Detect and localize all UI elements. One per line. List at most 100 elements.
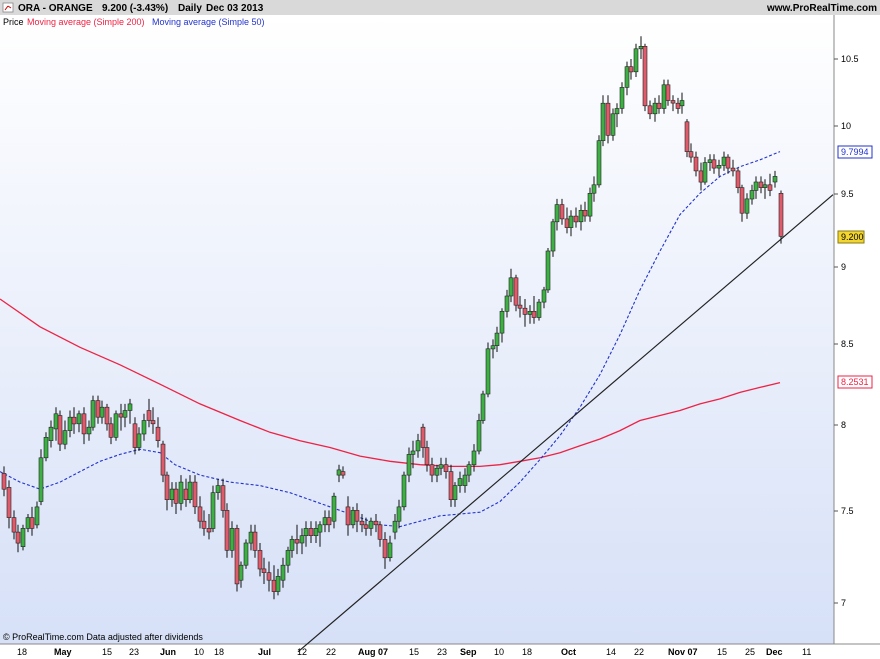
candle-body-down <box>326 517 332 526</box>
candle-body-up <box>508 277 514 297</box>
candle-body-up <box>275 576 281 592</box>
candle-body-down <box>266 572 272 581</box>
candle-body-down <box>71 416 77 425</box>
candle-body-down <box>192 481 198 508</box>
candle-body-down <box>373 520 379 526</box>
candle-body-down <box>164 474 170 501</box>
candle-body-up <box>67 416 73 431</box>
candle-body-up <box>619 87 625 109</box>
candle-body-down <box>308 528 314 537</box>
candle-body-up <box>86 426 92 435</box>
candle-body-up <box>545 250 551 291</box>
candle-body-down <box>531 310 537 318</box>
candle-body-down <box>206 528 212 533</box>
candle-body-down <box>340 471 346 476</box>
candle-body-up <box>415 440 421 452</box>
x-tick-label: 22 <box>634 647 644 657</box>
candle-body-down <box>252 531 258 551</box>
candle-body-up <box>554 204 560 223</box>
candle-body-up <box>238 564 244 581</box>
candle-body-down <box>57 415 63 445</box>
candle-body-up <box>350 510 356 526</box>
candle-body-up <box>169 488 175 501</box>
candle-body-up <box>317 524 323 533</box>
candle-body-down <box>104 406 110 425</box>
x-tick-label: 15 <box>409 647 419 657</box>
candle-body-up <box>466 464 472 476</box>
candle-body-down <box>725 156 731 169</box>
candle-body-up <box>178 481 184 504</box>
quote-change: 9.200 (-3.43%) <box>102 3 168 14</box>
candle-body-down <box>559 204 565 220</box>
window-icon[interactable] <box>2 2 14 13</box>
candle-body-down <box>155 426 161 442</box>
candle-body-down <box>564 218 570 228</box>
candle-body-up <box>113 413 119 438</box>
candle-body-up <box>38 457 44 502</box>
x-tick-label: May <box>54 647 72 657</box>
candle-body-down <box>628 66 634 73</box>
period-label: Daily <box>178 3 202 14</box>
y-tick-label: 7.5 <box>841 506 854 516</box>
candle-body-up <box>141 420 147 435</box>
candle-body-down <box>234 528 240 585</box>
candle-body-up <box>485 348 491 395</box>
candle-body-up <box>90 400 96 428</box>
candle-body-up <box>76 413 82 425</box>
candle-body-up <box>702 162 708 183</box>
candle-body-up <box>550 221 556 252</box>
candle-body-up <box>229 528 235 551</box>
candle-body-up <box>248 531 254 544</box>
candle-body-up <box>721 156 727 166</box>
candle-body-down <box>517 304 523 309</box>
candle-body-up <box>187 481 193 501</box>
candle-body-down <box>271 579 277 592</box>
candle-body-down <box>261 568 267 573</box>
candle-body-up <box>753 181 759 191</box>
candle-body-down <box>382 539 388 559</box>
symbol-title: ORA - ORANGE <box>18 3 93 14</box>
candle-body-up <box>614 108 620 115</box>
y-tick-label: 8.5 <box>841 339 854 349</box>
candle-body-down <box>448 471 454 501</box>
site-link[interactable]: www.ProRealTime.com <box>766 3 877 14</box>
candle-body-up <box>744 198 750 214</box>
candle-body-up <box>652 102 658 115</box>
x-tick-label: Aug 07 <box>358 647 388 657</box>
candle-body-down <box>605 102 611 136</box>
candle-body-up <box>536 301 542 318</box>
y-tick-label: 10.5 <box>841 54 859 64</box>
candle-body-up <box>34 506 40 526</box>
candle-body-down <box>150 420 156 425</box>
candle-body-up <box>48 426 54 442</box>
candle-body-up <box>749 190 755 200</box>
legend-ma200: Moving average (Simple 200) <box>27 17 145 27</box>
candle-body-up <box>490 345 496 350</box>
candle-body-up <box>499 310 505 334</box>
candle-body-up <box>471 450 477 466</box>
ma50-value: 9.7994 <box>841 147 869 157</box>
x-tick-label: 11 <box>802 647 811 657</box>
candle-body-up <box>591 184 597 194</box>
candle-body-down <box>197 506 203 522</box>
candle-body-down <box>642 45 648 107</box>
y-tick-label: 10 <box>841 121 851 131</box>
y-tick-label: 8 <box>841 420 846 430</box>
candle-body-up <box>406 454 412 476</box>
x-tick-label: 15 <box>717 647 727 657</box>
x-tick-label: Nov 07 <box>668 647 698 657</box>
x-tick-label: 12 <box>297 647 307 657</box>
x-tick-label: 18 <box>522 647 532 657</box>
x-tick-label: Dec <box>766 647 783 657</box>
candle-body-down <box>224 510 230 551</box>
candle-body-up <box>638 45 644 50</box>
candle-body-up <box>368 520 374 529</box>
candle-body-up <box>600 102 606 141</box>
candle-body-down <box>359 520 365 526</box>
candle-body-up <box>303 528 309 537</box>
candle-body-up <box>331 495 337 522</box>
candle-body-up <box>578 210 584 223</box>
candle-body-up <box>596 140 602 186</box>
candle-body-down <box>1 473 7 490</box>
candle-body-down <box>522 307 528 315</box>
